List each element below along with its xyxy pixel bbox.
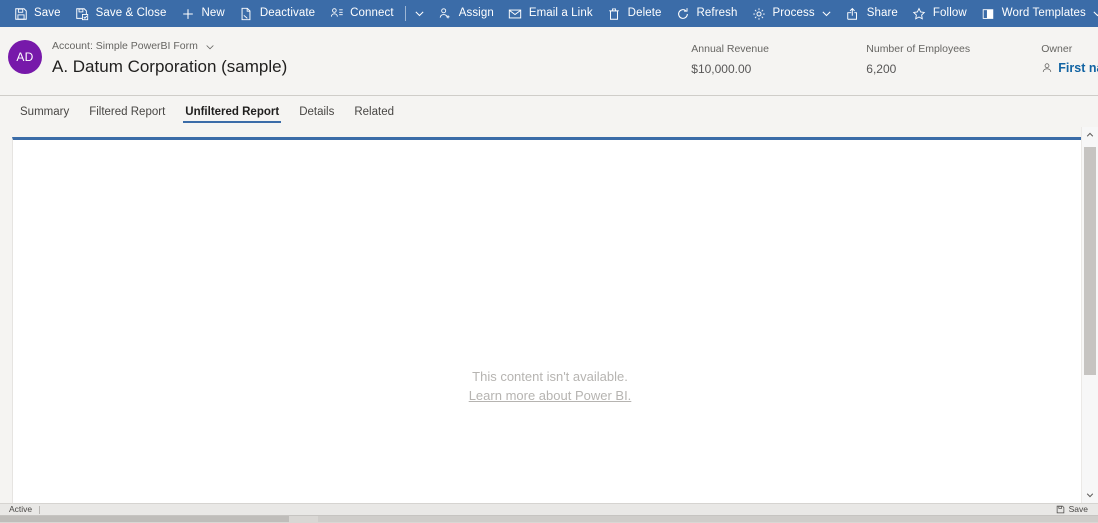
horizontal-scrollbar-track[interactable] xyxy=(318,516,1098,522)
vertical-scrollbar-track[interactable] xyxy=(1082,143,1098,487)
tab-filtered-report-label: Filtered Report xyxy=(89,105,166,118)
delete-icon xyxy=(607,6,622,21)
tab-details[interactable]: Details xyxy=(289,96,344,127)
save-icon xyxy=(13,6,28,21)
command-follow[interactable]: Follow xyxy=(905,0,974,27)
command-process[interactable]: Process xyxy=(744,0,838,27)
record-state: Active xyxy=(9,504,33,514)
process-icon xyxy=(751,6,766,21)
owner-lookup[interactable]: First name Last name xyxy=(1041,59,1098,77)
empty-state-message: This content isn't available. Learn more… xyxy=(469,368,632,405)
command-deactivate-label: Deactivate xyxy=(259,6,316,19)
command-assign-label: Assign xyxy=(458,6,494,19)
page-title: A. Datum Corporation (sample) xyxy=(52,57,288,76)
empty-state-text: This content isn't available. xyxy=(472,369,628,384)
command-process-label: Process xyxy=(772,6,815,19)
form-selector[interactable]: Account: Simple PowerBI Form xyxy=(52,40,287,53)
tab-strip: Summary Filtered Report Unfiltered Repor… xyxy=(0,96,1098,127)
connect-icon xyxy=(329,6,344,21)
tab-summary-label: Summary xyxy=(20,105,70,118)
learn-more-link[interactable]: Learn more about Power BI. xyxy=(469,387,632,405)
command-new-label: New xyxy=(201,6,225,19)
vertical-scrollbar-thumb[interactable] xyxy=(1084,147,1096,375)
word-templates-icon xyxy=(981,6,996,21)
header-fields: Annual Revenue $10,000.00 Number of Empl… xyxy=(691,42,1098,78)
chevron-down-icon xyxy=(205,42,215,52)
tab-related[interactable]: Related xyxy=(344,96,404,127)
status-save-button[interactable]: Save xyxy=(1056,504,1094,515)
number-of-employees-label: Number of Employees xyxy=(866,43,971,55)
status-divider xyxy=(39,505,41,514)
chevron-down-icon xyxy=(821,8,832,19)
command-connect[interactable]: Connect xyxy=(322,0,401,27)
plus-icon xyxy=(181,6,196,21)
horizontal-scrollbar-thumb[interactable] xyxy=(0,516,289,522)
app-window: Save Save & Close New Deactivate Connect xyxy=(0,0,1098,523)
annual-revenue-label: Annual Revenue xyxy=(691,43,769,55)
tab-unfiltered-report-label: Unfiltered Report xyxy=(185,105,280,118)
record-header: AD Account: Simple PowerBI Form A. Datum… xyxy=(0,27,1098,96)
command-save-and-close-label: Save & Close xyxy=(95,6,167,19)
star-icon xyxy=(912,6,927,21)
form-selector-label: Account: Simple PowerBI Form xyxy=(52,40,198,52)
avatar-initials: AD xyxy=(16,50,34,64)
command-word-templates[interactable]: Word Templates xyxy=(974,0,1098,27)
tab-filtered-report[interactable]: Filtered Report xyxy=(79,96,175,127)
command-new[interactable]: New xyxy=(174,0,232,27)
main-content-area: This content isn't available. Learn more… xyxy=(0,127,1098,503)
header-field-annual-revenue[interactable]: Annual Revenue $10,000.00 xyxy=(691,42,866,78)
save-icon xyxy=(1056,505,1065,514)
avatar: AD xyxy=(8,40,42,74)
status-save-label: Save xyxy=(1068,504,1088,514)
command-follow-label: Follow xyxy=(932,6,967,19)
command-share-label: Share xyxy=(866,6,898,19)
command-save-label: Save xyxy=(34,6,61,19)
chevron-down-icon xyxy=(1092,8,1098,19)
header-field-number-of-employees[interactable]: Number of Employees 6,200 xyxy=(866,42,1041,78)
deactivate-icon xyxy=(239,6,254,21)
tab-summary[interactable]: Summary xyxy=(10,96,79,127)
tab-related-label: Related xyxy=(354,105,394,118)
number-of-employees-value: 6,200 xyxy=(866,62,897,76)
command-delete[interactable]: Delete xyxy=(600,0,669,27)
owner-label: Owner xyxy=(1041,43,1073,55)
command-share[interactable]: Share xyxy=(839,0,905,27)
assign-icon xyxy=(438,6,453,21)
powerbi-report-panel: This content isn't available. Learn more… xyxy=(12,137,1088,503)
share-icon xyxy=(846,6,861,21)
tab-unfiltered-report[interactable]: Unfiltered Report xyxy=(175,96,289,127)
horizontal-scrollbar[interactable] xyxy=(0,515,1098,523)
command-assign[interactable]: Assign xyxy=(431,0,501,27)
command-email-a-link[interactable]: Email a Link xyxy=(501,0,600,27)
scroll-up-arrow-icon[interactable] xyxy=(1082,127,1098,143)
record-title-block: Account: Simple PowerBI Form A. Datum Co… xyxy=(52,40,287,78)
command-deactivate[interactable]: Deactivate xyxy=(232,0,322,27)
command-save[interactable]: Save xyxy=(6,0,68,27)
save-close-icon xyxy=(75,6,90,21)
command-connect-label: Connect xyxy=(350,6,394,19)
status-bar-left: Active xyxy=(4,504,42,515)
command-divider xyxy=(404,6,406,21)
command-bar: Save Save & Close New Deactivate Connect xyxy=(0,0,1098,27)
command-delete-label: Delete xyxy=(627,6,662,19)
command-word-templates-label: Word Templates xyxy=(1001,6,1086,19)
annual-revenue-value: $10,000.00 xyxy=(691,62,752,76)
person-icon xyxy=(1041,62,1053,74)
command-connect-chevron[interactable] xyxy=(409,0,431,27)
scroll-down-arrow-icon[interactable] xyxy=(1082,487,1098,503)
refresh-icon xyxy=(676,6,691,21)
owner-value[interactable]: First name Last name xyxy=(1058,59,1098,77)
command-save-and-close[interactable]: Save & Close xyxy=(68,0,174,27)
status-bar: Active Save xyxy=(0,503,1098,515)
email-link-icon xyxy=(508,6,523,21)
header-field-owner[interactable]: Owner * First name Last name xyxy=(1041,42,1098,77)
tab-details-label: Details xyxy=(299,105,335,118)
command-refresh-label: Refresh xyxy=(696,6,738,19)
vertical-scrollbar[interactable] xyxy=(1081,127,1098,503)
command-refresh[interactable]: Refresh xyxy=(669,0,745,27)
command-email-a-link-label: Email a Link xyxy=(528,6,593,19)
